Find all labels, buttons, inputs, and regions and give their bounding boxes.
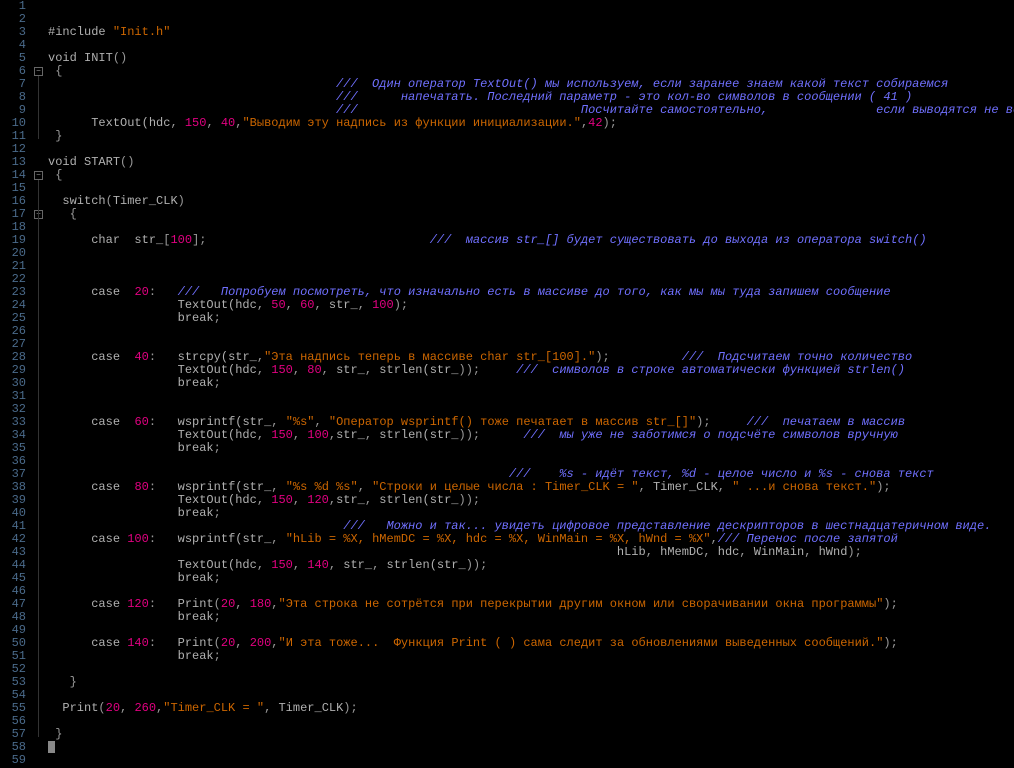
- code-line[interactable]: [48, 39, 1014, 52]
- code-line[interactable]: {: [48, 169, 1014, 182]
- fold-guide: [38, 219, 39, 685]
- code-line[interactable]: [48, 0, 1014, 13]
- code-line[interactable]: break;: [48, 611, 1014, 624]
- code-line[interactable]: [48, 715, 1014, 728]
- line-number: 59: [0, 754, 26, 767]
- code-line[interactable]: break;: [48, 650, 1014, 663]
- code-line[interactable]: TextOut(hdc, 150, 40,"Выводим эту надпис…: [48, 117, 1014, 130]
- fold-gutter[interactable]: −−−: [32, 0, 46, 768]
- code-line[interactable]: [48, 143, 1014, 156]
- code-line[interactable]: void INIT(): [48, 52, 1014, 65]
- fold-guide: [38, 76, 39, 139]
- code-line[interactable]: [48, 13, 1014, 26]
- code-editor: 1234567891011121314151617181920212223242…: [0, 0, 1014, 768]
- line-number-gutter: 1234567891011121314151617181920212223242…: [0, 0, 32, 768]
- code-line[interactable]: break;: [48, 377, 1014, 390]
- code-line[interactable]: [48, 260, 1014, 273]
- code-line[interactable]: break;: [48, 572, 1014, 585]
- code-line[interactable]: {: [48, 208, 1014, 221]
- code-line[interactable]: [48, 325, 1014, 338]
- fold-toggle[interactable]: −: [34, 171, 43, 180]
- code-line[interactable]: [48, 390, 1014, 403]
- code-line[interactable]: [48, 182, 1014, 195]
- code-line[interactable]: [48, 741, 1014, 754]
- code-line[interactable]: break;: [48, 442, 1014, 455]
- code-line[interactable]: }: [48, 676, 1014, 689]
- code-line[interactable]: [48, 754, 1014, 767]
- code-line[interactable]: }: [48, 728, 1014, 741]
- fold-toggle[interactable]: −: [34, 67, 43, 76]
- code-line[interactable]: break;: [48, 312, 1014, 325]
- code-line[interactable]: }: [48, 130, 1014, 143]
- code-line[interactable]: switch(Timer_CLK): [48, 195, 1014, 208]
- code-line[interactable]: [48, 247, 1014, 260]
- code-line[interactable]: #include "Init.h": [48, 26, 1014, 39]
- code-line[interactable]: void START(): [48, 156, 1014, 169]
- code-line[interactable]: Print(20, 260,"Timer_CLK = ", Timer_CLK)…: [48, 702, 1014, 715]
- code-area[interactable]: #include "Init.h" void INIT() { /// Один…: [46, 0, 1014, 768]
- code-line[interactable]: [48, 663, 1014, 676]
- code-line[interactable]: char str_[100]; /// массив str_[] будет …: [48, 234, 1014, 247]
